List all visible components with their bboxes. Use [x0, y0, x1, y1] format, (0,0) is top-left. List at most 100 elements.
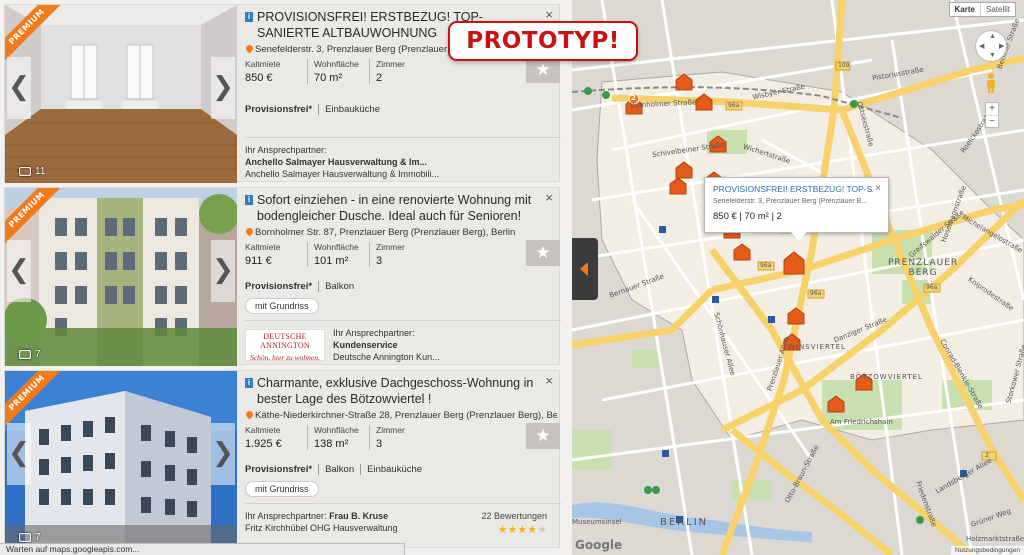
listing-title[interactable]: Sofort einziehen - in eine renovierte Wo…: [257, 193, 531, 223]
fact-label: Zimmer: [376, 242, 405, 252]
contact-box: DEUTSCHE ANNINGTON Schön, hier zu wohnen…: [245, 320, 561, 364]
photo-count-value: 11: [35, 166, 46, 177]
prev-photo-button[interactable]: ❮: [7, 240, 31, 302]
listing-info: i Charmante, exklusive Dachgeschoss-Wohn…: [245, 375, 557, 497]
pan-control[interactable]: ▲ ▼ ◀ ▶: [975, 30, 1007, 62]
listing-column: PREMIUM ❮ ❯ 11 i PROVISIONSFREI! ERSTBEZ…: [0, 0, 572, 555]
floorplan-pill[interactable]: mit Grundriss: [245, 298, 319, 314]
zoom-out-button[interactable]: −: [986, 115, 998, 128]
next-photo-button[interactable]: ❯: [211, 57, 235, 119]
map-info-popup[interactable]: PROVISIONSFREI! ERSTBEZUG! TOP-SAN... Se…: [704, 177, 889, 241]
contact-company: Anchello Salmayer Hausverwaltung & Immob…: [245, 169, 440, 179]
fact-rent: Kaltmiete 1.925 €: [245, 425, 307, 450]
tag: Balkon: [318, 464, 360, 475]
listing-photo[interactable]: PREMIUM ❮ ❯ 7: [5, 371, 237, 549]
listing-facts: Kaltmiete 850 € Wohnfläche 70 m² Zimmer 2: [245, 59, 557, 84]
terms-link[interactable]: Nutzungsbedingungen: [950, 546, 1024, 555]
listing-title-row[interactable]: i Charmante, exklusive Dachgeschoss-Wohn…: [245, 375, 557, 407]
prev-photo-button[interactable]: ❮: [7, 57, 31, 119]
fact-label: Wohnfläche: [314, 242, 359, 252]
fact-label: Kaltmiete: [245, 59, 281, 69]
contact-label: Ihr Ansprechpartner:: [245, 145, 327, 155]
road-shield-109: 109: [838, 62, 850, 69]
rating-stars: ★★★★★: [481, 524, 547, 536]
map-panel[interactable]: 96a 96a 96a 96a 109 2 2 Bornholmer Straß…: [572, 0, 1024, 555]
close-icon[interactable]: ×: [545, 190, 553, 205]
street-label: Museumsinsel: [572, 518, 622, 526]
district-label: BERLIN: [660, 517, 709, 528]
close-icon[interactable]: ×: [545, 7, 553, 22]
fact-area: Wohnfläche 138 m²: [307, 425, 369, 450]
location-pin-icon: [245, 227, 255, 237]
fact-label: Zimmer: [376, 425, 405, 435]
pegman-icon[interactable]: [984, 72, 998, 94]
listing-card[interactable]: PREMIUM ❮ ❯ 7 i Sofort einziehen - in ei…: [4, 187, 561, 366]
fact-area: Wohnfläche 70 m²: [307, 59, 369, 84]
prototype-stamp: PROTOTYP!: [448, 21, 638, 61]
map-type-satellit[interactable]: Satellit: [979, 3, 1015, 16]
favorite-star-button[interactable]: ★: [526, 423, 560, 449]
photo-count-value: 7: [35, 349, 41, 360]
contact-name[interactable]: Anchello Salmayer Hausverwaltung & Im...: [245, 156, 561, 168]
logo-line-1: DEUTSCHE: [263, 332, 307, 341]
floorplan-pill[interactable]: mit Grundriss: [245, 481, 319, 497]
info-icon: i: [245, 378, 253, 388]
street-label: Holzmarktstraße: [966, 535, 1024, 543]
fact-label: Wohnfläche: [314, 59, 359, 69]
contact-box: Ihr Ansprechpartner: Frau B. Kruse Fritz…: [245, 503, 561, 547]
fact-value: 3: [376, 438, 383, 450]
photo-count: 7: [19, 349, 41, 360]
pan-right-icon[interactable]: ▶: [999, 42, 1004, 50]
fact-rooms: Zimmer 3: [369, 242, 415, 267]
fact-value: 850 €: [245, 72, 273, 84]
listing-info: i Sofort einziehen - in eine renovierte …: [245, 192, 557, 314]
fact-area: Wohnfläche 101 m²: [307, 242, 369, 267]
district-label: PRENZLAUER BERG: [888, 258, 959, 278]
road-shield-96a: 96a: [810, 290, 822, 297]
close-icon[interactable]: ×: [875, 183, 881, 194]
listing-title[interactable]: Charmante, exklusive Dachgeschoss-Wohnun…: [257, 376, 533, 406]
close-icon[interactable]: ×: [545, 373, 553, 388]
district-label: WINSVIERTEL: [788, 343, 846, 351]
contact-name[interactable]: Kundenservice: [333, 339, 561, 351]
listing-tags: Provisionsfrei* Einbauküche: [245, 104, 557, 115]
popup-title[interactable]: PROVISIONSFREI! ERSTBEZUG! TOP-SAN...: [713, 184, 873, 194]
rating-box[interactable]: 22 Bewertungen ★★★★★: [481, 510, 547, 536]
collapse-list-toggle[interactable]: [572, 238, 598, 300]
map-type-control: Karte Satellit: [948, 2, 1016, 17]
listing-photo[interactable]: PREMIUM ❮ ❯ 11: [5, 5, 237, 183]
listing-facts: Kaltmiete 911 € Wohnfläche 101 m² Zimmer 3: [245, 242, 557, 267]
location-pin-icon: [245, 44, 255, 54]
next-photo-button[interactable]: ❯: [211, 240, 235, 302]
star-empty-icon: ★: [537, 524, 547, 536]
street-label: Am Friedrichshain: [830, 418, 893, 426]
pan-down-icon[interactable]: ▼: [989, 52, 996, 59]
tag: Balkon: [318, 281, 360, 292]
favorite-star-button[interactable]: ★: [526, 240, 560, 266]
photo-count: 7: [19, 532, 41, 543]
next-photo-button[interactable]: ❯: [211, 423, 235, 485]
photo-count-value: 7: [35, 532, 41, 543]
fact-value: 138 m²: [314, 438, 349, 450]
pan-up-icon[interactable]: ▲: [989, 33, 996, 40]
prev-photo-button[interactable]: ❮: [7, 423, 31, 485]
pan-left-icon[interactable]: ◀: [979, 42, 984, 50]
tag: Einbauküche: [360, 464, 428, 475]
fact-rent: Kaltmiete 911 €: [245, 242, 307, 267]
logo-line-2: ANNINGTON: [260, 341, 310, 350]
contact-name[interactable]: Frau B. Kruse: [329, 511, 388, 521]
popup-address: Senefelderstr. 3, Prenzlauer Berg (Prenz…: [713, 198, 868, 205]
road-shield-96a: 96a: [728, 102, 740, 109]
tag: Einbauküche: [318, 104, 386, 115]
listing-photo[interactable]: PREMIUM ❮ ❯ 7: [5, 188, 237, 366]
camera-icon: [19, 350, 31, 359]
fact-value: 3: [376, 255, 383, 267]
fact-rooms: Zimmer 3: [369, 425, 415, 450]
zoom-in-button[interactable]: +: [986, 103, 998, 115]
review-count[interactable]: 22 Bewertungen: [481, 510, 547, 522]
listing-title-row[interactable]: i Sofort einziehen - in eine renovierte …: [245, 192, 557, 224]
map-type-karte[interactable]: Karte: [950, 3, 980, 16]
address-text: Bornholmer Str. 87, Prenzlauer Berg (Pre…: [255, 227, 516, 238]
listing-card[interactable]: PREMIUM ❮ ❯ 7 i Charmante, exklusive Dac…: [4, 370, 561, 549]
browser-status-bar: Warten auf maps.googleapis.com...: [0, 543, 405, 555]
